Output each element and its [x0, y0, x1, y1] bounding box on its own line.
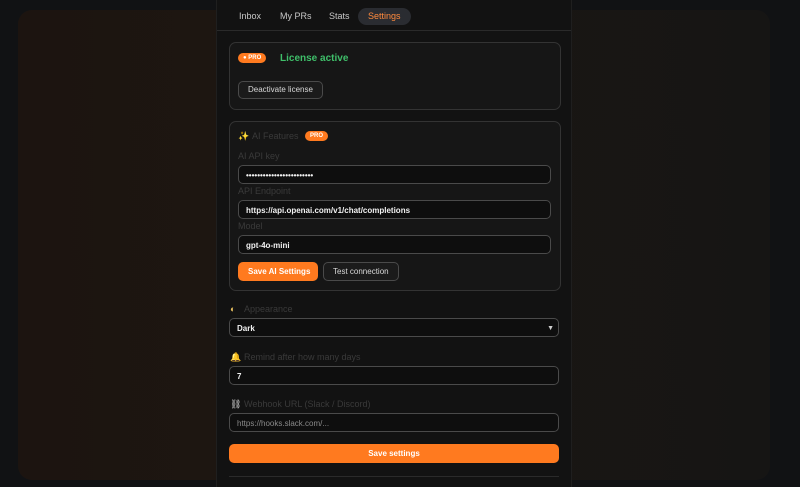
api-key-label: AI API key [238, 151, 280, 161]
pro-badge-label: PRO [248, 55, 262, 61]
ai-features-card: ✨ AI Features PRO AI API key •••••••••••… [229, 121, 561, 291]
save-settings-button[interactable]: Save settings [229, 444, 559, 463]
api-key-input[interactable]: •••••••••••••••••••••••• [238, 165, 551, 184]
license-status: License active [280, 53, 349, 64]
tab-stats[interactable]: Stats [319, 8, 360, 25]
webhook-label: Webhook URL (Slack / Discord) [244, 399, 371, 409]
tab-inbox[interactable]: Inbox [229, 8, 271, 25]
ai-pro-badge: PRO [305, 131, 329, 141]
tab-settings[interactable]: Settings [358, 8, 411, 25]
reminder-days-input[interactable]: 7 [229, 366, 559, 385]
license-card: ● PRO License active Deactivate license [229, 42, 561, 110]
test-connection-button[interactable]: Test connection [323, 262, 399, 281]
tab-my-prs[interactable]: My PRs [270, 8, 322, 25]
endpoint-input[interactable]: https://api.openai.com/v1/chat/completio… [238, 200, 551, 219]
model-input[interactable]: gpt-4o-mini [238, 235, 551, 254]
bell-icon: 🔔 [230, 352, 242, 362]
settings-panel: Inbox My PRs Stats Settings ● PRO Licens… [216, 0, 572, 487]
deactivate-license-button[interactable]: Deactivate license [238, 81, 323, 99]
tab-bar: Inbox My PRs Stats Settings [217, 0, 571, 31]
chevron-down-icon: ▼ [547, 325, 554, 332]
endpoint-label: API Endpoint [238, 186, 291, 196]
bottom-divider [229, 476, 559, 477]
save-ai-settings-button[interactable]: Save AI Settings [238, 262, 318, 281]
webhook-input[interactable]: https://hooks.slack.com/... [229, 413, 559, 432]
sparkles-icon: ✨ [238, 131, 250, 141]
appearance-label: Appearance [244, 304, 293, 314]
appearance-selected: Dark [237, 324, 255, 333]
link-icon: ⛓ [230, 399, 242, 409]
reminder-label: Remind after how many days [244, 352, 361, 362]
moon-icon: ◐ [230, 304, 236, 314]
ai-features-title: AI Features [252, 131, 299, 141]
pro-badge: ● PRO [238, 53, 267, 63]
appearance-select[interactable]: Dark ▼ [229, 318, 559, 337]
model-label: Model [238, 221, 263, 231]
